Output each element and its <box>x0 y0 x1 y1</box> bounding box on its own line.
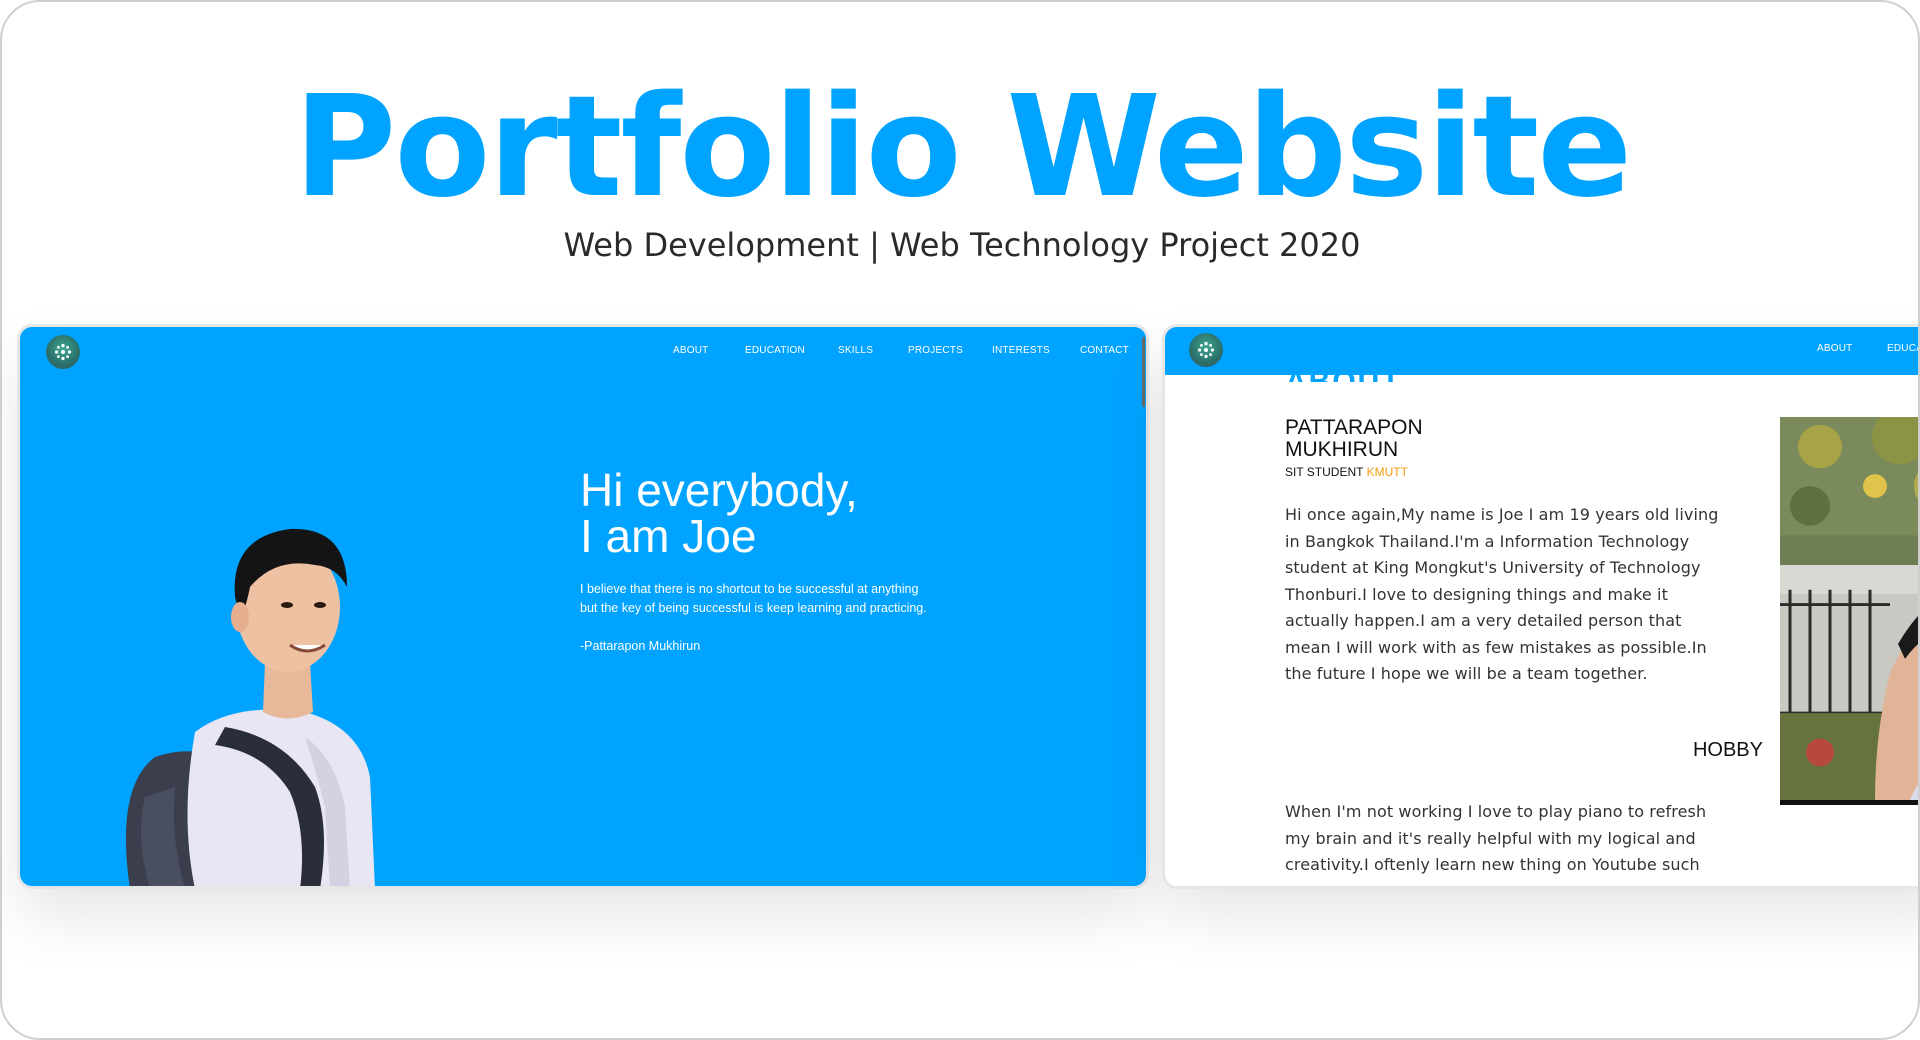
nav-about[interactable]: ABOUT <box>1817 343 1887 354</box>
about-section-heading: ABOUT <box>1285 365 1402 382</box>
role-accent: KMUTT <box>1366 465 1408 479</box>
hero-author: -Pattarapon Mukhirun <box>580 639 701 653</box>
hero-heading: Hi everybody, I am Joe <box>580 467 858 559</box>
profile-name-line1: PATTARAPON <box>1285 416 1423 439</box>
hero-nav: ABOUT EDUCATION SKILLS PROJECTS INTEREST… <box>673 345 1129 356</box>
page-title: Portfolio Website <box>293 66 1633 229</box>
bio-paragraph: Hi once again,My name is Joe I am 19 yea… <box>1285 502 1730 688</box>
nav-interests[interactable]: INTERESTS <box>992 345 1080 356</box>
nav-contact[interactable]: CONTACT <box>1080 345 1129 356</box>
flower-logo-icon[interactable] <box>46 335 80 369</box>
hero-screenshot: ABOUT EDUCATION SKILLS PROJECTS INTEREST… <box>20 327 1146 886</box>
profile-role: SIT STUDENT KMUTT <box>1285 465 1408 479</box>
bio-line: student at King Mongkut's University of … <box>1285 558 1701 577</box>
nav-skills[interactable]: SKILLS <box>838 345 908 356</box>
hero-heading-line2: I am Joe <box>580 510 757 562</box>
bio-line: Thonburi.I love to designing things and … <box>1285 584 1668 604</box>
profile-name-line2: MUKHIRUN <box>1285 438 1399 461</box>
bio-line: actually happen.I am a very detailed per… <box>1285 611 1682 630</box>
bio-line: mean I will work with as few mistakes as… <box>1285 637 1707 657</box>
about-nav-bar: ABOUT EDUCA <box>1165 327 1918 375</box>
about-screenshot: ABOUT EDUCA ABOUT PATTARAPON MUKHIRUN SI… <box>1165 327 1918 886</box>
portrait-photo <box>125 528 375 886</box>
bio-line: Hi once again,My name is Joe I am 19 yea… <box>1285 505 1719 524</box>
page-subtitle: Web Development | Web Technology Project… <box>563 226 1361 264</box>
hero-scrollbar[interactable] <box>1142 337 1145 407</box>
presentation-canvas: Portfolio Website Web Development | Web … <box>0 0 1920 1040</box>
hobby-heading: HOBBY <box>1692 739 1763 761</box>
hero-quote-line1: I believe that there is no shortcut to b… <box>580 582 919 596</box>
hobby-line: When I'm not working I love to play pian… <box>1285 802 1707 821</box>
flower-logo-icon[interactable] <box>1189 333 1223 367</box>
about-nav: ABOUT EDUCA <box>1817 343 1918 354</box>
hobby-line: my brain and it's really helpful with my… <box>1285 828 1696 848</box>
nav-about[interactable]: ABOUT <box>673 345 745 356</box>
hobby-line: creativity.I oftenly learn new thing on … <box>1285 855 1700 874</box>
hero-quote: I believe that there is no shortcut to b… <box>580 580 1000 618</box>
hero-quote-line2: but the key of being successful is keep … <box>580 601 927 615</box>
nav-projects[interactable]: PROJECTS <box>908 345 992 356</box>
nav-education[interactable]: EDUCA <box>1887 343 1918 354</box>
about-photo <box>1780 417 1918 805</box>
hero-heading-line1: Hi everybody, <box>580 464 858 516</box>
role-prefix: SIT STUDENT <box>1285 465 1367 479</box>
bio-line: in Bangkok Thailand.I'm a Information Te… <box>1285 531 1690 551</box>
nav-education[interactable]: EDUCATION <box>745 345 838 356</box>
hobby-paragraph: When I'm not working I love to play pian… <box>1285 799 1730 879</box>
profile-name: PATTARAPON MUKHIRUN <box>1285 417 1423 461</box>
bio-line: the future I hope we will be a team toge… <box>1285 664 1648 683</box>
